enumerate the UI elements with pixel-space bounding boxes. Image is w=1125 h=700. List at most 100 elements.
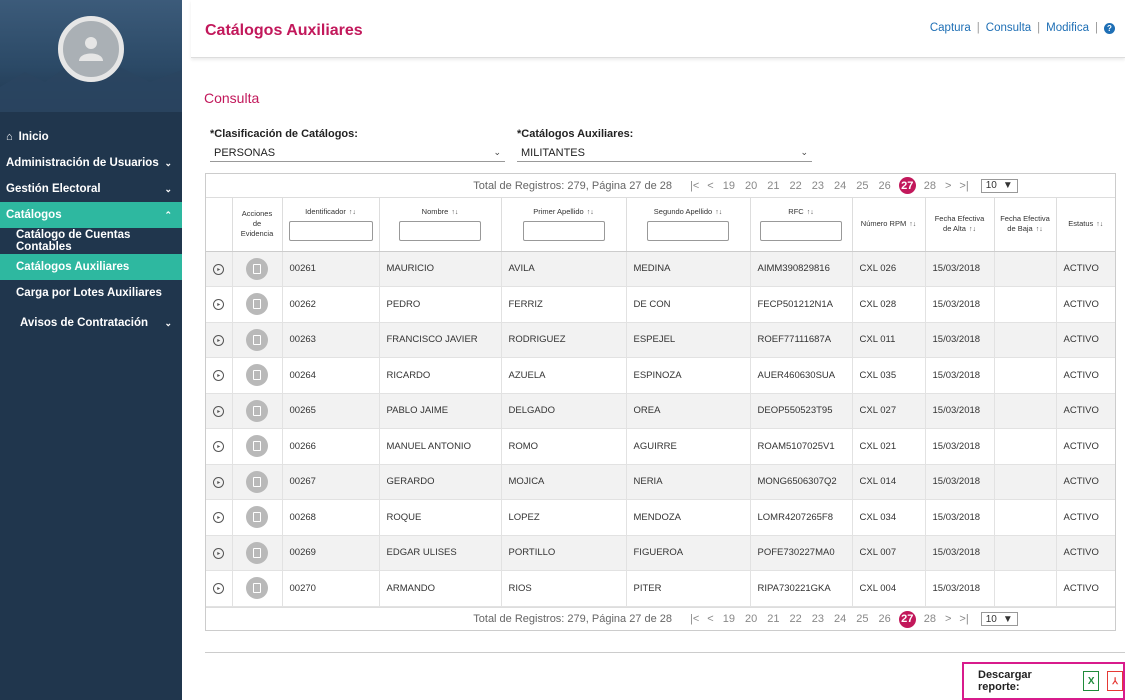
page-28-link[interactable]: 28 <box>924 180 936 192</box>
evidence-document-icon[interactable] <box>246 257 268 280</box>
filter-primer-apellido-input[interactable] <box>522 221 605 242</box>
pdf-icon[interactable]: ⅄ <box>1107 671 1123 691</box>
sidebar-item-gestion-electoral[interactable]: Gestión Electoral ⌄ <box>0 176 182 202</box>
page-25-link[interactable]: 25 <box>856 613 868 625</box>
page-22-link[interactable]: 22 <box>789 180 801 192</box>
sidebar-subitem-cuentas-contables[interactable]: Catálogo de Cuentas Contables <box>0 228 182 254</box>
per-page-select[interactable]: 10 ▼ <box>980 612 1018 626</box>
col-rfc[interactable]: RFC ↑↓ <box>750 198 853 252</box>
sidebar-item-inicio[interactable]: ⌂ Inicio <box>0 124 182 150</box>
page-19-link[interactable]: 19 <box>723 613 735 625</box>
page-22-link[interactable]: 22 <box>789 613 801 625</box>
expand-row-icon[interactable]: ▸ <box>213 583 225 595</box>
page-28-link[interactable]: 28 <box>924 613 936 625</box>
expand-row-icon[interactable]: ▸ <box>213 547 225 559</box>
separator: | <box>976 22 980 34</box>
page-26-link[interactable]: 26 <box>878 613 890 625</box>
sidebar-item-administracion-usuarios[interactable]: Administración de Usuarios ⌄ <box>0 150 182 176</box>
link-consulta[interactable]: Consulta <box>986 22 1031 34</box>
page-21-link[interactable]: 21 <box>767 180 779 192</box>
evidence-cell <box>232 535 283 571</box>
expand-row-icon[interactable]: ▸ <box>213 263 225 275</box>
last-page-icon[interactable]: >| <box>959 613 968 625</box>
prev-page-icon[interactable]: < <box>707 180 713 192</box>
page-20-link[interactable]: 20 <box>745 180 757 192</box>
sort-icon[interactable]: ↑↓ <box>807 209 814 216</box>
first-page-icon[interactable]: |< <box>690 180 699 192</box>
col-segundo-apellido[interactable]: Segundo Apellido ↑↓ <box>626 198 751 252</box>
evidence-document-icon[interactable] <box>246 541 268 564</box>
page-19-link[interactable]: 19 <box>723 180 735 192</box>
evidence-document-icon[interactable] <box>246 399 268 422</box>
expand-row-icon[interactable]: ▸ <box>213 512 225 524</box>
sort-icon[interactable]: ↑↓ <box>587 209 594 216</box>
page-20-link[interactable]: 20 <box>745 613 757 625</box>
col-fecha-baja[interactable]: Fecha Efectiva de Baja ↑↓ <box>994 198 1057 252</box>
auxiliares-select[interactable]: MILITANTES ⌄ <box>517 144 812 162</box>
page-23-link[interactable]: 23 <box>812 180 824 192</box>
evidence-document-icon[interactable] <box>246 506 268 529</box>
col-identificador[interactable]: Identificador ↑↓ <box>282 198 380 252</box>
evidence-document-icon[interactable] <box>246 328 268 351</box>
prev-page-icon[interactable]: < <box>707 613 713 625</box>
col-numero-rpm[interactable]: Número RPM ↑↓ <box>852 198 926 252</box>
sort-icon[interactable]: ↑↓ <box>451 209 458 216</box>
link-modifica[interactable]: Modifica <box>1046 22 1089 34</box>
sort-icon[interactable]: ↑↓ <box>1096 221 1103 228</box>
page-25-link[interactable]: 25 <box>856 180 868 192</box>
cell-nombre: ROQUE <box>379 499 502 536</box>
sort-icon[interactable]: ↑↓ <box>909 221 916 228</box>
sidebar-subitem-label: Carga por Lotes Auxiliares <box>16 287 162 299</box>
next-page-icon[interactable]: > <box>945 180 951 192</box>
evidence-document-icon[interactable] <box>246 577 268 600</box>
sort-icon[interactable]: ↑↓ <box>969 226 976 233</box>
results-table: Total de Registros: 279, Página 27 de 28… <box>205 173 1116 631</box>
sidebar-item-catalogos[interactable]: Catálogos ⌃ <box>0 202 182 228</box>
sort-icon[interactable]: ↑↓ <box>715 209 722 216</box>
page-21-link[interactable]: 21 <box>767 613 779 625</box>
evidence-document-icon[interactable] <box>246 470 268 493</box>
first-page-icon[interactable]: |< <box>690 613 699 625</box>
expand-row-icon[interactable]: ▸ <box>213 370 225 382</box>
filter-identificador-input[interactable] <box>288 221 373 242</box>
filter-rfc-input[interactable] <box>760 221 842 242</box>
filter-segundo-apellido-input[interactable] <box>647 221 729 242</box>
col-estatus[interactable]: Estatus ↑↓ <box>1056 198 1115 252</box>
expand-row-icon[interactable]: ▸ <box>213 299 225 311</box>
sidebar-subitem-carga-lotes[interactable]: Carga por Lotes Auxiliares <box>0 280 182 306</box>
sidebar-item-avisos-contratacion[interactable]: Avisos de Contratación ⌄ <box>0 310 182 336</box>
per-page-select[interactable]: 10 ▼ <box>980 178 1018 193</box>
page-27-link[interactable]: 27 <box>898 610 916 628</box>
next-page-icon[interactable]: > <box>945 613 951 625</box>
expand-row-icon[interactable]: ▸ <box>213 405 225 417</box>
evidence-document-icon[interactable] <box>246 293 268 316</box>
col-nombre[interactable]: Nombre ↑↓ <box>379 198 502 252</box>
help-icon[interactable]: ? <box>1104 22 1115 34</box>
section-title: Consulta <box>204 90 260 106</box>
expand-row-icon[interactable]: ▸ <box>213 476 225 488</box>
expand-row-icon[interactable]: ▸ <box>213 441 225 453</box>
expand-row-icon[interactable]: ▸ <box>213 334 225 346</box>
link-captura[interactable]: Captura <box>930 22 971 34</box>
sidebar-subitem-catalogos-auxiliares[interactable]: Catálogos Auxiliares <box>0 254 182 280</box>
chevron-down-icon: ⌄ <box>164 183 172 194</box>
page-24-link[interactable]: 24 <box>834 613 846 625</box>
last-page-icon[interactable]: >| <box>959 180 968 192</box>
clasificacion-select[interactable]: PERSONAS ⌄ <box>210 144 505 162</box>
page-23-link[interactable]: 23 <box>812 613 824 625</box>
page-title: Catálogos Auxiliares <box>205 22 363 39</box>
sort-icon[interactable]: ↑↓ <box>1036 226 1043 233</box>
evidence-document-icon[interactable] <box>246 364 268 387</box>
cell-rfc: AIMM390829816 <box>750 251 853 287</box>
col-fecha-alta[interactable]: Fecha Efectiva de Alta ↑↓ <box>925 198 995 252</box>
page-26-link[interactable]: 26 <box>878 180 890 192</box>
page-24-link[interactable]: 24 <box>834 180 846 192</box>
page-27-link[interactable]: 27 <box>898 177 916 194</box>
filter-nombre-input[interactable] <box>399 221 481 242</box>
sort-icon[interactable]: ↑↓ <box>349 209 356 216</box>
col-primer-apellido[interactable]: Primer Apellido ↑↓ <box>501 198 627 252</box>
excel-icon[interactable]: X <box>1083 671 1100 691</box>
evidence-document-icon[interactable] <box>246 435 268 458</box>
cell-primer-apellido: LOPEZ <box>501 499 627 536</box>
cell-fecha-baja <box>994 499 1057 536</box>
